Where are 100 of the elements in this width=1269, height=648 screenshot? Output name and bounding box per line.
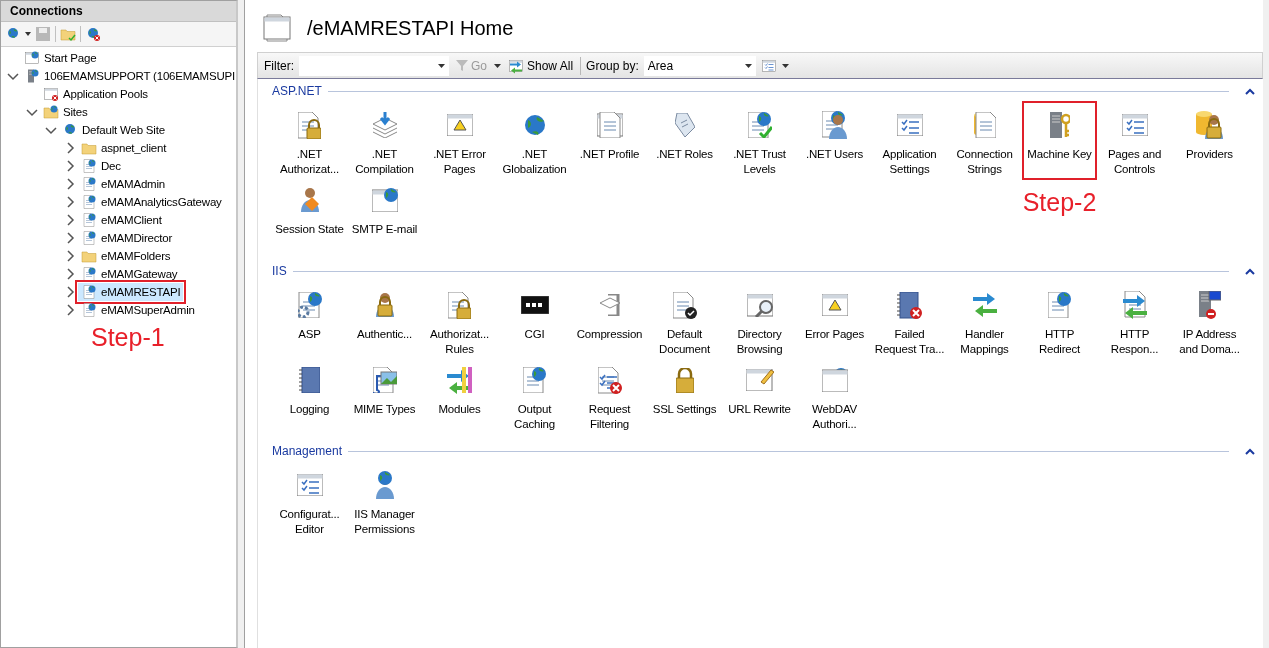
window-globe-icon <box>24 50 40 66</box>
feature-item[interactable]: Modules <box>422 360 497 417</box>
feature-item[interactable]: SMTP E-mail <box>347 180 422 237</box>
window-document-icon <box>596 112 623 138</box>
document-filter-icon <box>597 366 622 394</box>
feature-item[interactable]: Authentic... <box>347 285 422 342</box>
feature-item[interactable]: .NET Globalization <box>497 105 572 177</box>
feature-item[interactable]: Logging <box>272 360 347 417</box>
filter-field[interactable] <box>299 55 449 76</box>
filter-label: Filter: <box>264 58 294 73</box>
tree-item[interactable]: eMAMGateway <box>78 265 181 283</box>
tree-item[interactable]: Default Web Site <box>59 121 168 139</box>
tree-item[interactable]: eMAMRESTAPI <box>78 283 184 301</box>
feature-item[interactable]: CGI <box>497 285 572 342</box>
tree-item[interactable]: 106EMAMSUPPORT (106EMAMSUPI <box>21 67 238 85</box>
document-globe-icon <box>81 284 97 300</box>
group-title: ASP.NET <box>272 84 322 98</box>
annotation-text: Step-2 <box>1021 188 1098 217</box>
tree-item[interactable]: Start Page <box>21 49 100 67</box>
tree-item[interactable]: eMAMFolders <box>78 247 174 265</box>
dropdown-arrow-icon[interactable] <box>494 62 501 69</box>
feature-item[interactable]: .NET Roles <box>647 105 722 162</box>
feature-item[interactable]: Handler Mappings <box>947 285 1022 357</box>
panel-title: Connections <box>1 1 236 22</box>
feature-item[interactable]: .NET Profile <box>572 105 647 162</box>
feature-item[interactable]: .NET Users <box>797 105 872 162</box>
feature-item[interactable]: .NET Authorizat... <box>272 105 347 177</box>
feature-item[interactable]: Output Caching <box>497 360 572 432</box>
group-by-dropdown[interactable]: Area <box>643 55 756 76</box>
feature-item[interactable]: HTTP Redirect <box>1022 285 1097 357</box>
collapse-chevron-icon[interactable] <box>1245 267 1255 275</box>
feature-item[interactable]: HTTP Respon... <box>1097 285 1172 357</box>
feature-item[interactable]: IIS Manager Permissions <box>347 465 422 537</box>
feature-item[interactable]: Pages and Controls <box>1097 105 1172 177</box>
modules-icon <box>447 366 472 394</box>
media-files-icon <box>372 366 397 394</box>
magnifier-window-icon <box>746 293 773 317</box>
caret-icon[interactable] <box>25 31 31 37</box>
show-all-button[interactable]: Show All <box>506 57 576 74</box>
collapse-chevron-icon[interactable] <box>1245 447 1255 455</box>
terminal-icon <box>520 296 549 314</box>
feature-item[interactable]: Compression <box>572 285 647 342</box>
feature-item[interactable]: Providers <box>1172 105 1247 162</box>
show-all-icon <box>508 57 524 74</box>
feature-item[interactable]: Machine Key <box>1022 101 1097 180</box>
tree-item[interactable]: Dec <box>78 157 124 175</box>
feature-item[interactable]: Error Pages <box>797 285 872 342</box>
page-icon <box>261 12 293 44</box>
tree-item[interactable]: eMAMSuperAdmin <box>78 301 198 319</box>
tree-item[interactable]: Application Pools <box>40 85 151 103</box>
feature-item[interactable]: WebDAV Authori... <box>797 360 872 432</box>
database-user-icon <box>1196 111 1223 139</box>
feature-item[interactable]: Session State <box>272 180 347 237</box>
stacked-pages-icon <box>372 112 397 138</box>
feature-item[interactable]: Configurat... Editor <box>272 465 347 537</box>
caret-icon[interactable] <box>781 62 789 69</box>
document-globe-icon <box>81 302 97 318</box>
feature-item[interactable]: .NET Compilation <box>347 105 422 177</box>
feature-item[interactable]: URL Rewrite <box>722 360 797 417</box>
feature-item[interactable]: Application Settings <box>872 105 947 177</box>
dropdown-arrow-icon[interactable] <box>438 62 445 69</box>
document-globe-icon <box>1048 292 1071 318</box>
feature-item[interactable]: Connection Strings <box>947 105 1022 177</box>
user-diamond-icon <box>300 188 319 212</box>
feature-item[interactable]: IP Address and Doma... <box>1172 285 1247 357</box>
feature-item[interactable]: Default Document <box>647 285 722 357</box>
tree-item[interactable]: aspnet_client <box>78 139 170 157</box>
pool-icon <box>43 86 59 102</box>
view-icon <box>760 57 777 74</box>
tree-item[interactable]: Sites <box>40 103 91 121</box>
feature-item[interactable]: Failed Request Tra... <box>872 285 947 357</box>
tree-item[interactable]: eMAMAdmin <box>78 175 169 193</box>
feature-item[interactable]: .NET Error Pages <box>422 105 497 177</box>
collapse-chevron-icon[interactable] <box>1245 87 1255 95</box>
feature-item[interactable]: ASP <box>272 285 347 342</box>
folder-globe-icon <box>43 104 59 120</box>
form-window-icon <box>1121 114 1148 136</box>
users-globe-icon <box>375 471 394 499</box>
globe-x-icon <box>85 26 101 42</box>
feature-item[interactable]: .NET Trust Levels <box>722 105 797 177</box>
warning-page-icon <box>821 294 848 316</box>
folder-icon <box>81 248 97 264</box>
document-globe-icon <box>81 266 97 282</box>
tree-item[interactable]: eMAMClient <box>78 211 165 229</box>
document-gear-icon <box>297 292 322 318</box>
padlock-icon <box>675 367 694 393</box>
tree-item[interactable]: eMAMAnalyticsGateway <box>78 193 225 211</box>
funnel-icon <box>456 60 468 71</box>
notebook-error-icon <box>897 291 922 319</box>
feature-item[interactable]: Authorizat... Rules <box>422 285 497 357</box>
tree-item[interactable]: eMAMDirector <box>78 229 176 247</box>
dropdown-arrow-icon[interactable] <box>744 62 752 69</box>
globe-icon <box>524 115 545 135</box>
feature-item[interactable]: SSL Settings <box>647 360 722 417</box>
clamp-icon <box>599 294 620 316</box>
document-globe-icon <box>81 212 97 228</box>
notebook-icon <box>299 367 320 393</box>
feature-item[interactable]: MIME Types <box>347 360 422 417</box>
feature-item[interactable]: Directory Browsing <box>722 285 797 357</box>
feature-item[interactable]: Request Filtering <box>572 360 647 432</box>
